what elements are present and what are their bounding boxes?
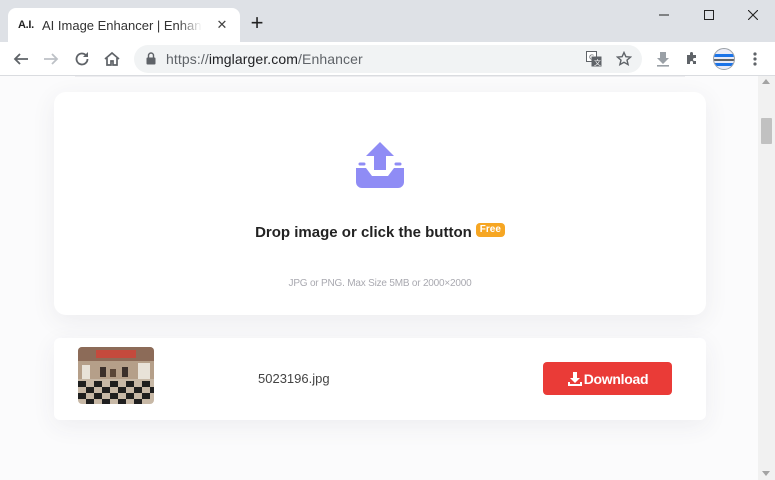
scroll-up-arrow[interactable] [762,79,770,84]
vertical-scrollbar[interactable] [758,76,775,480]
favicon: A.I. [18,19,34,31]
maximize-button[interactable] [686,4,732,26]
close-icon [748,10,758,20]
profile-avatar[interactable] [713,48,735,70]
translate-icon: G文 [586,51,602,67]
url-text: https://imglarger.com/Enhancer [166,51,363,67]
menu-button[interactable] [742,46,768,72]
reload-button[interactable] [69,46,95,72]
home-icon [104,51,120,66]
download-button[interactable]: Download [543,362,672,395]
address-bar[interactable]: https://imglarger.com/Enhancer G文 [134,45,642,73]
file-name: 5023196.jpg [258,371,330,386]
browser-toolbar: https://imglarger.com/Enhancer G文 [0,42,775,76]
forward-button[interactable] [38,46,64,72]
drop-title: Drop image or click the button Free [54,223,706,242]
browser-window: A.I. AI Image Enhancer | Enhance photo q… [0,0,775,480]
download-indicator-icon [657,52,669,67]
url-host: imglarger.com [208,51,299,67]
extensions-button[interactable] [679,46,705,72]
browser-tab[interactable]: A.I. AI Image Enhancer | Enhance photo q… [8,8,240,42]
tab-strip: A.I. AI Image Enhancer | Enhance photo q… [0,0,775,42]
upload-icon [356,142,404,188]
lock-icon[interactable] [146,52,156,65]
reload-icon [75,52,89,66]
url-scheme: https:// [166,51,209,67]
star-icon [616,51,632,66]
tab-title: AI Image Enhancer | Enhance photo qualit… [42,17,202,33]
file-row: 5023196.jpg Download [54,338,706,420]
scroll-down-arrow[interactable] [762,471,770,476]
home-button[interactable] [99,46,125,72]
drop-zone[interactable]: Drop image or click the button Free JPG o… [54,92,706,315]
back-icon [13,53,28,65]
bookmark-star-button[interactable] [614,49,634,69]
free-badge: Free [475,223,505,237]
scrollbar-thumb[interactable] [761,118,772,144]
download-icon [567,371,582,386]
downloads-button[interactable] [650,46,676,72]
download-label: Download [583,370,649,387]
back-button[interactable] [8,46,34,72]
svg-text:文: 文 [594,58,601,67]
extensions-icon [687,52,696,64]
divider [75,76,685,77]
drop-title-text: Drop image or click the button [255,224,472,241]
page-viewport: Drop image or click the button Free JPG o… [0,76,775,480]
minimize-icon [659,14,669,16]
forward-icon [44,53,59,65]
close-window-button[interactable] [730,4,775,26]
maximize-icon [704,10,714,20]
image-thumbnail [78,347,154,404]
url-path: /Enhancer [298,51,363,67]
menu-icon [753,52,757,66]
new-tab-button[interactable]: + [246,12,268,34]
tab-close-icon[interactable]: ✕ [214,17,230,33]
drop-hint: JPG or PNG. Max Size 5MB or 2000×2000 [288,278,472,289]
minimize-button[interactable] [641,4,687,26]
translate-button[interactable]: G文 [584,49,604,69]
